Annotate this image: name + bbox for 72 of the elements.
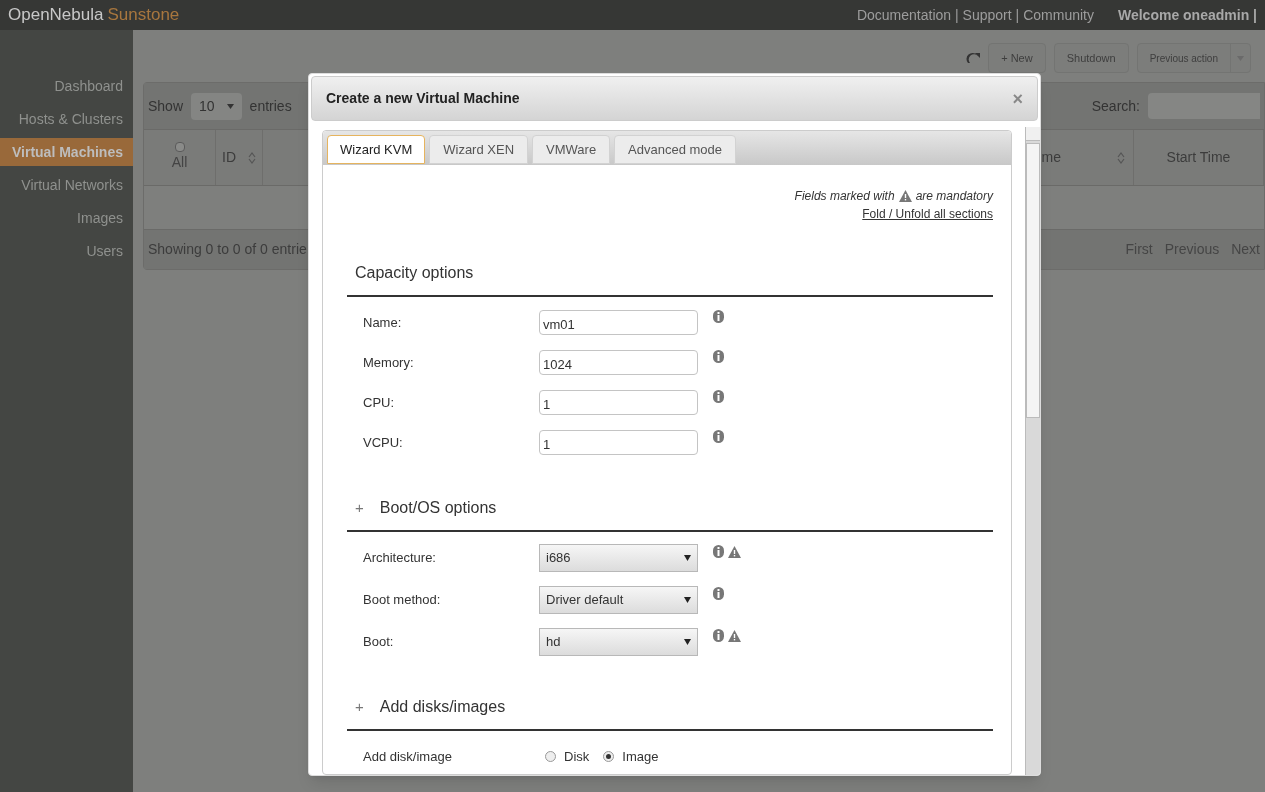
field-label: Boot: xyxy=(363,632,395,651)
info-icon[interactable] xyxy=(713,350,724,363)
input-field[interactable]: 1 xyxy=(539,430,698,455)
brand-name: OpenNebula xyxy=(8,5,104,25)
caret-icon xyxy=(684,554,691,561)
expand-toggle[interactable]: + xyxy=(355,496,364,520)
section-title: Add disks/images xyxy=(379,697,506,717)
section-title: Boot/OS options xyxy=(379,498,497,518)
refresh-icon[interactable] xyxy=(966,51,981,65)
field-label: Add disk/image xyxy=(363,747,453,766)
caret-icon xyxy=(684,596,691,603)
header-link[interactable]: Support | xyxy=(962,4,1020,26)
info-icon[interactable] xyxy=(713,587,724,600)
mandatory-note: Fields marked with xyxy=(794,188,895,205)
field-label: Memory: xyxy=(363,353,415,372)
tab[interactable]: Wizard KVM xyxy=(327,135,426,164)
column-header[interactable]: ID xyxy=(222,147,236,168)
select-field[interactable]: i686 xyxy=(539,543,698,572)
toolbar-button[interactable]: Shutdown xyxy=(1053,43,1129,73)
field-label: VCPU: xyxy=(363,433,404,452)
field-label: CPU: xyxy=(363,393,396,412)
info-icon[interactable] xyxy=(713,629,724,642)
column-header[interactable]: me xyxy=(1041,147,1061,168)
checkbox[interactable] xyxy=(174,142,185,152)
radio-label: Disk xyxy=(564,747,590,766)
header-link[interactable]: Community xyxy=(1023,4,1094,26)
sidebar-item[interactable]: Hosts & Clusters xyxy=(0,105,133,133)
tab[interactable]: VMWare xyxy=(532,135,611,164)
sidebar-item[interactable]: Images xyxy=(0,204,133,232)
field-label: Architecture: xyxy=(363,548,437,567)
warning-icon xyxy=(898,190,912,202)
welcome-text: Welcome oneadmin | xyxy=(1117,5,1257,25)
input-field[interactable]: vm01 xyxy=(539,310,698,335)
sidebar-item[interactable]: Virtual Networks xyxy=(0,171,133,199)
section-title: Capacity options xyxy=(355,263,474,283)
tab[interactable]: Wizard XEN xyxy=(429,135,529,164)
info-icon[interactable] xyxy=(713,545,724,558)
info-icon[interactable] xyxy=(713,310,724,323)
radio-button[interactable] xyxy=(603,751,615,762)
warning-icon xyxy=(728,629,741,642)
fold-link[interactable]: Fold / Unfold all sections xyxy=(862,205,993,223)
expand-toggle[interactable]: + xyxy=(355,695,364,719)
caret-icon xyxy=(226,103,234,109)
field-label: Name: xyxy=(363,313,403,332)
action-button[interactable]: Previous action xyxy=(1136,43,1251,73)
mandatory-note: are mandatory xyxy=(915,188,993,205)
scrollbar[interactable] xyxy=(1025,127,1040,775)
dialog-title: Create a new Virtual Machine xyxy=(326,89,521,108)
page-length-select[interactable]: 10 xyxy=(191,92,242,120)
info-icon[interactable] xyxy=(713,430,724,443)
search-label: Search: xyxy=(1091,96,1140,116)
sidebar-item[interactable]: Virtual Machines xyxy=(0,138,133,166)
select-field[interactable]: Driver default xyxy=(539,585,698,614)
sidebar-item[interactable]: Dashboard xyxy=(0,72,133,100)
radio-label: Image xyxy=(622,747,659,766)
field-label: Boot method: xyxy=(363,590,442,609)
toolbar-button[interactable]: + New xyxy=(988,43,1046,73)
show-label: Show xyxy=(148,96,184,116)
input-field[interactable]: 1024 xyxy=(539,350,698,375)
close-button[interactable]: × xyxy=(1012,89,1023,108)
entries-label: entries xyxy=(249,96,292,116)
caret-icon xyxy=(684,638,691,645)
sidebar-item[interactable]: Users xyxy=(0,237,133,265)
radio-button[interactable] xyxy=(545,751,556,762)
info-icon[interactable] xyxy=(713,390,724,403)
product-name: Sunstone xyxy=(107,5,180,25)
warning-icon xyxy=(728,545,741,558)
column-header[interactable]: Start Time xyxy=(1166,147,1231,168)
input-field[interactable]: 1 xyxy=(539,390,698,415)
header-link[interactable]: Documentation | xyxy=(856,4,959,26)
tab[interactable]: Advanced mode xyxy=(614,135,737,164)
select-field[interactable]: hd xyxy=(539,627,698,656)
